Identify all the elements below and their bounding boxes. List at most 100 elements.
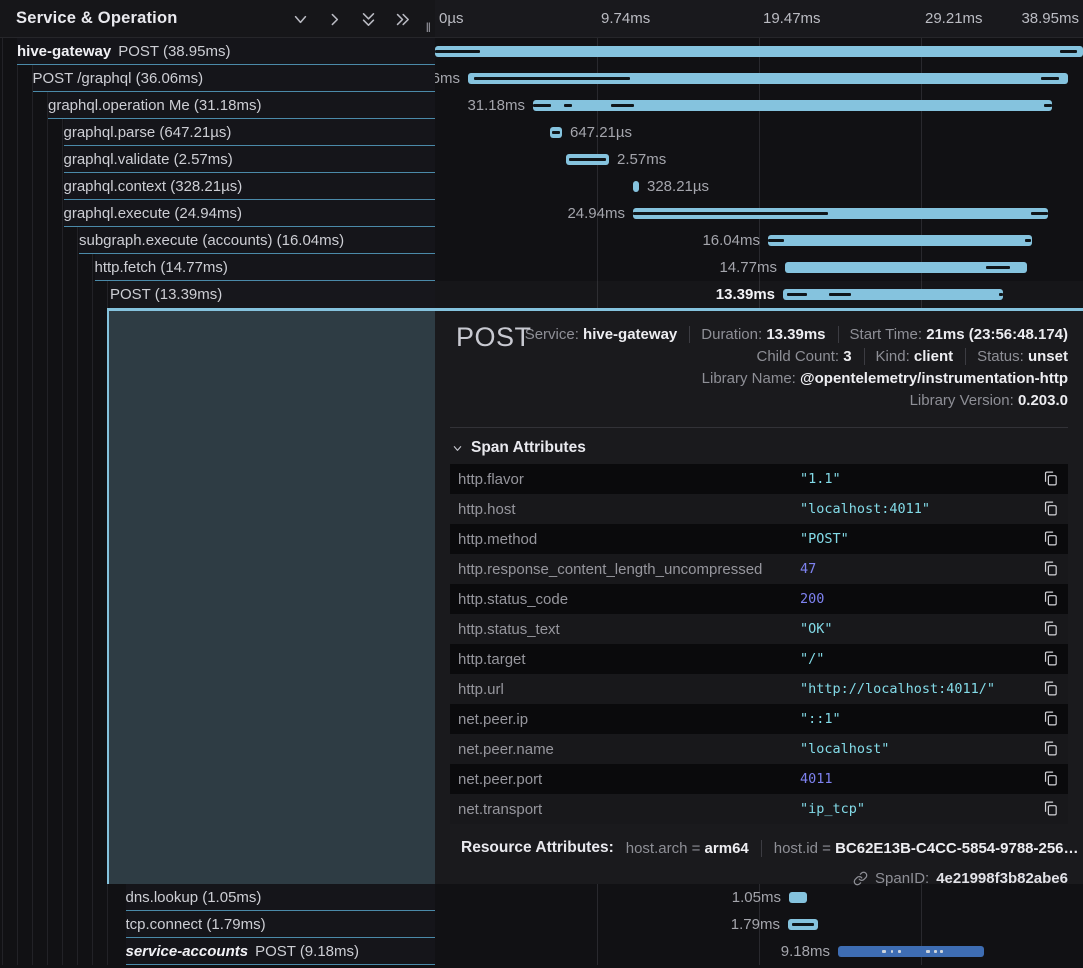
child-span-mark xyxy=(1025,239,1030,242)
timeline-row: 328.21µs xyxy=(435,173,1083,200)
attribute-value: "POST" xyxy=(800,531,1042,547)
equals-sign: = xyxy=(822,840,831,857)
child-span-mark xyxy=(611,104,634,107)
span-tree-row[interactable]: graphql.validate (2.57ms) xyxy=(64,146,436,173)
span-tree-row[interactable]: graphql.operation Me (31.18ms) xyxy=(48,92,435,119)
span-duration-bar[interactable] xyxy=(783,289,1003,300)
span-duration-bar[interactable] xyxy=(533,100,1052,111)
attribute-row: http.response_content_length_uncompresse… xyxy=(450,554,1068,584)
span-attributes-toggle[interactable]: Span Attributes xyxy=(450,428,1068,464)
ruler-tick-label: 0µs xyxy=(439,10,464,27)
copy-icon[interactable] xyxy=(1042,740,1060,758)
overview-line: Service: hive-gatewayDuration: 13.39msSt… xyxy=(450,324,1068,346)
timeline-row: 13.39ms xyxy=(435,281,1083,308)
operation-label: subgraph.execute (accounts) (16.04ms) xyxy=(79,232,344,249)
copy-icon[interactable] xyxy=(1042,770,1060,788)
overview-value: 21ms (23:56:48.174) xyxy=(926,326,1068,343)
attribute-row: http.target"/" xyxy=(450,644,1068,674)
span-tree-row[interactable]: graphql.context (328.21µs) xyxy=(64,173,436,200)
resource-attributes-title: Resource Attributes: xyxy=(461,839,614,857)
span-duration-bar[interactable] xyxy=(468,73,1068,84)
span-attributes-title: Span Attributes xyxy=(471,439,586,457)
copy-icon[interactable] xyxy=(1042,560,1060,578)
span-duration-bar[interactable] xyxy=(550,127,562,138)
timeline-row: 16.04ms xyxy=(435,227,1083,254)
span-duration-bar[interactable] xyxy=(789,892,807,903)
span-duration-bar[interactable] xyxy=(633,208,1048,219)
child-span-mark xyxy=(829,293,851,296)
operation-label: POST (9.18ms) xyxy=(255,943,359,960)
overview-label: Duration: xyxy=(701,326,762,343)
attribute-key: http.status_code xyxy=(458,591,800,608)
copy-icon[interactable] xyxy=(1042,680,1060,698)
operation-label: graphql.validate (2.57ms) xyxy=(64,151,233,168)
attribute-value: "localhost:4011" xyxy=(800,501,1042,517)
span-duration-bar[interactable] xyxy=(566,154,609,165)
child-span-mark xyxy=(792,923,815,926)
attribute-value: "ip_tcp" xyxy=(800,801,1042,817)
collapse-one-chevron-down-icon[interactable] xyxy=(292,11,309,28)
copy-icon[interactable] xyxy=(1042,710,1060,728)
child-span-mark xyxy=(569,158,607,161)
span-tree-bottom: dns.lookup (1.05ms)tcp.connect (1.79ms)s… xyxy=(0,884,435,965)
span-tree-row[interactable]: POST /graphql (36.06ms) xyxy=(33,65,436,92)
attribute-value: 4011 xyxy=(800,771,1042,787)
span-tree-row[interactable]: service-accountsPOST (9.18ms) xyxy=(126,938,436,965)
span-tree-row[interactable]: POST (13.39ms) xyxy=(110,281,435,308)
copy-icon[interactable] xyxy=(1042,470,1060,488)
collapse-all-chevrons-down-icon[interactable] xyxy=(360,11,377,28)
copy-icon[interactable] xyxy=(1042,620,1060,638)
span-tree-row[interactable]: dns.lookup (1.05ms) xyxy=(126,884,436,911)
span-tree-row[interactable]: graphql.parse (647.21µs) xyxy=(64,119,436,146)
overview-label: Start Time: xyxy=(850,326,923,343)
copy-icon[interactable] xyxy=(1042,530,1060,548)
panel-splitter-handle[interactable]: ‖ xyxy=(426,20,432,35)
expand-all-chevrons-right-icon[interactable] xyxy=(394,11,411,28)
timeline-row: 1.79ms xyxy=(435,911,1083,938)
operation-label: graphql.parse (647.21µs) xyxy=(64,124,232,141)
span-tree-row[interactable]: graphql.execute (24.94ms) xyxy=(64,200,436,227)
selected-span-expanded-area xyxy=(107,311,435,884)
copy-icon[interactable] xyxy=(1042,500,1060,518)
attribute-row: http.status_code200 xyxy=(450,584,1068,614)
operation-label: POST /graphql (36.06ms) xyxy=(33,70,204,87)
link-icon[interactable] xyxy=(853,871,868,886)
attribute-row: net.peer.port4011 xyxy=(450,764,1068,794)
span-duration-bar[interactable] xyxy=(768,235,1032,246)
child-span-mark xyxy=(898,950,901,953)
span-duration-bar[interactable] xyxy=(785,262,1027,273)
timeline-row: 36.06ms xyxy=(435,65,1083,92)
attribute-row: net.transport"ip_tcp" xyxy=(450,794,1068,824)
span-tree-row[interactable]: hive-gatewayPOST (38.95ms) xyxy=(17,38,435,65)
child-span-mark xyxy=(891,950,894,953)
resource-attributes-row[interactable]: Resource Attributes: host.arch = arm64ho… xyxy=(450,839,1068,857)
attribute-value: 200 xyxy=(800,591,1042,607)
timeline-bars-top: 38.95ms36.06ms31.18ms647.21µs2.57ms328.2… xyxy=(435,38,1083,308)
span-duration-bar[interactable] xyxy=(633,181,639,192)
child-span-mark xyxy=(564,104,572,107)
child-span-mark xyxy=(552,131,560,134)
attribute-key: http.response_content_length_uncompresse… xyxy=(458,561,800,578)
copy-icon[interactable] xyxy=(1042,800,1060,818)
span-duration-bar[interactable] xyxy=(788,919,818,930)
span-tree-row[interactable]: tcp.connect (1.79ms) xyxy=(126,911,436,938)
expand-one-chevron-right-icon[interactable] xyxy=(326,11,343,28)
span-tree-row[interactable]: http.fetch (14.77ms) xyxy=(95,254,436,281)
child-span-mark xyxy=(1060,50,1076,53)
attribute-key: http.method xyxy=(458,531,800,548)
child-span-mark xyxy=(999,293,1003,296)
copy-icon[interactable] xyxy=(1042,650,1060,668)
span-duration-bar[interactable] xyxy=(435,46,1083,57)
overview-label: Status: xyxy=(977,348,1024,365)
copy-icon[interactable] xyxy=(1042,590,1060,608)
timeline-row: 31.18ms xyxy=(435,92,1083,119)
span-duration-bar[interactable] xyxy=(838,946,984,957)
resource-value: BC62E13B-C4CC-5854-9788-256… xyxy=(835,840,1078,857)
operation-label: graphql.context (328.21µs) xyxy=(64,178,243,195)
attribute-key: http.target xyxy=(458,651,800,668)
overview-label: Library Version: xyxy=(910,392,1014,409)
span-tree-row[interactable]: subgraph.execute (accounts) (16.04ms) xyxy=(79,227,435,254)
attribute-row: http.url"http://localhost:4011/" xyxy=(450,674,1068,704)
span-duration-label: 2.57ms xyxy=(617,151,666,168)
overview-label: Library Name: xyxy=(702,370,796,387)
